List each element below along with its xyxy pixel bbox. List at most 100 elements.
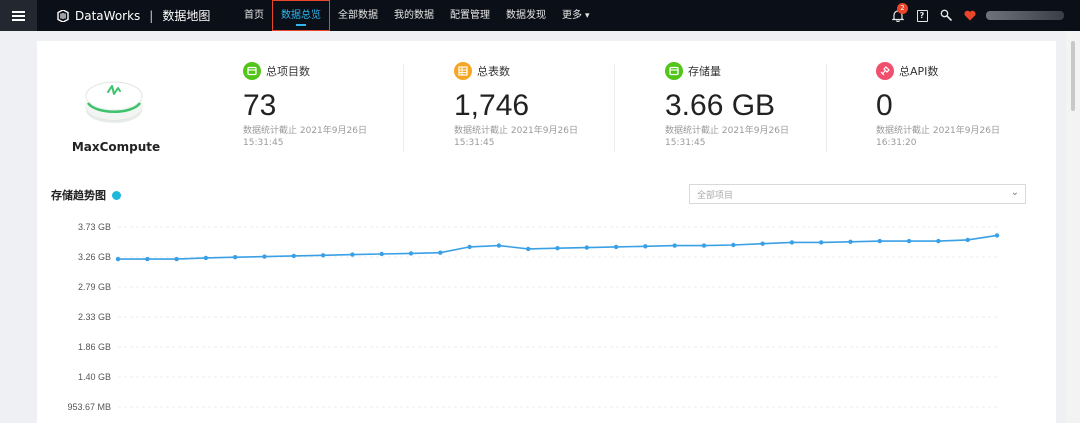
- help-icon[interactable]: ?: [910, 0, 934, 31]
- data-point[interactable]: [203, 255, 209, 261]
- data-point[interactable]: [789, 240, 795, 245]
- stat-label: 总表数: [477, 65, 510, 78]
- stat-note: 数据统计截止 2021年9月26日 15:31:45: [665, 126, 789, 148]
- data-point[interactable]: [438, 250, 443, 255]
- maxcompute-logo-icon: [85, 81, 143, 123]
- stat-value: 0: [876, 89, 893, 122]
- brand-name: DataWorks: [75, 8, 141, 23]
- data-point[interactable]: [467, 244, 472, 250]
- y-tick-label: 2.33 GB: [78, 312, 111, 322]
- data-point[interactable]: [320, 253, 326, 258]
- stat-total-projects: 总项目数 73 数据统计截止 2021年9月26日 15:31:45: [243, 62, 413, 149]
- y-tick-label: 2.79 GB: [78, 282, 111, 292]
- y-tick-label: 1.86 GB: [78, 342, 111, 352]
- data-point[interactable]: [115, 256, 121, 262]
- storage-icon: [665, 62, 683, 80]
- api-icon: [876, 62, 894, 80]
- nav-home[interactable]: 首页: [236, 0, 272, 31]
- data-point[interactable]: [965, 237, 970, 243]
- data-point[interactable]: [877, 238, 882, 244]
- user-account[interactable]: [986, 11, 1064, 20]
- brand[interactable]: DataWorks | 数据地图: [57, 0, 210, 31]
- data-point[interactable]: [291, 253, 296, 259]
- data-point[interactable]: [994, 233, 1000, 238]
- top-navigation-bar: DataWorks | 数据地图 首页 数据总览 全部数据 我的数据 配置管理 …: [0, 0, 1080, 31]
- data-point[interactable]: [350, 252, 355, 257]
- data-point[interactable]: [584, 245, 589, 250]
- data-point[interactable]: [496, 243, 502, 248]
- data-point[interactable]: [408, 251, 414, 256]
- heart-icon[interactable]: [958, 0, 982, 31]
- nav-data-discovery[interactable]: 数据发现: [498, 0, 554, 31]
- help-box: ?: [916, 9, 928, 22]
- stat-value: 3.66 GB: [665, 89, 776, 122]
- chevron-down-icon: ▾: [585, 11, 590, 21]
- y-tick-label: 3.26 GB: [78, 252, 111, 262]
- stat-total-api: 总API数 0 数据统计截止 2021年9月26日 16:31:20: [876, 62, 1046, 149]
- wrench-icon[interactable]: [934, 0, 958, 31]
- data-point[interactable]: [174, 256, 179, 262]
- brand-separator: |: [149, 8, 154, 23]
- nav-more-label: 更多: [562, 10, 582, 21]
- menu-icon[interactable]: [0, 0, 37, 31]
- nav-all-data[interactable]: 全部数据: [330, 0, 386, 31]
- nav-config-management[interactable]: 配置管理: [442, 0, 498, 31]
- topbar-actions: 2 ?: [886, 0, 1080, 31]
- divider: [614, 64, 615, 152]
- storage-trend-chart: 3.73 GB 3.26 GB 2.79 GB 2.33 GB 1.86 GB 1.40 …: [67, 222, 1000, 412]
- dataworks-logo-icon: [57, 9, 69, 22]
- data-point[interactable]: [262, 254, 267, 259]
- bell-icon[interactable]: 2: [886, 0, 910, 31]
- stat-storage: 存储量 3.66 GB 数据统计截止 2021年9月26日 15:31:45: [665, 62, 835, 149]
- stat-note: 数据统计截止 2021年9月26日 16:31:20: [876, 126, 1000, 148]
- y-tick-label: 953.67 MB: [67, 402, 111, 412]
- data-point[interactable]: [760, 241, 765, 246]
- data-point[interactable]: [672, 243, 677, 248]
- data-point[interactable]: [233, 255, 238, 260]
- nav-data-overview[interactable]: 数据总览: [272, 0, 330, 31]
- data-point[interactable]: [145, 256, 150, 262]
- stat-note: 数据统计截止 2021年9月26日 15:31:45: [454, 126, 578, 148]
- stat-label-row: 存储量: [665, 62, 835, 80]
- data-point[interactable]: [848, 239, 853, 244]
- stat-label-row: 总表数: [454, 62, 624, 80]
- nav-my-data[interactable]: 我的数据: [386, 0, 442, 31]
- data-point[interactable]: [819, 240, 824, 245]
- stat-label: 总项目数: [266, 65, 310, 78]
- project-select-value: 全部项目: [697, 191, 734, 201]
- stat-label-row: 总API数: [876, 62, 1046, 80]
- data-point[interactable]: [701, 243, 707, 248]
- divider: [826, 64, 827, 152]
- main-nav: 首页 数据总览 全部数据 我的数据 配置管理 数据发现 更多 ▾: [236, 0, 598, 31]
- data-point[interactable]: [526, 246, 531, 252]
- table-icon: [454, 62, 472, 80]
- data-point[interactable]: [731, 242, 736, 248]
- stat-note: 数据统计截止 2021年9月26日 15:31:45: [243, 126, 367, 148]
- scrollbar-thumb[interactable]: [1071, 41, 1075, 111]
- engine-name: MaxCompute: [71, 140, 161, 154]
- storage-trend-title: 存储趋势图: [51, 187, 121, 203]
- chevron-down-icon: ⌄: [1010, 187, 1019, 198]
- notification-badge: 2: [897, 3, 908, 14]
- nav-more[interactable]: 更多 ▾: [554, 0, 598, 31]
- project-select[interactable]: 全部项目 ⌄: [689, 184, 1026, 204]
- data-point[interactable]: [379, 251, 384, 257]
- stat-value: 73: [243, 89, 277, 122]
- stat-value: 1,746: [454, 89, 530, 122]
- page-scrollbar[interactable]: [1066, 31, 1080, 423]
- divider: [403, 64, 404, 152]
- stat-label-row: 总项目数: [243, 62, 413, 80]
- data-point[interactable]: [555, 246, 560, 251]
- data-point[interactable]: [613, 244, 619, 250]
- project-icon: [243, 62, 261, 80]
- y-tick-label: 3.73 GB: [78, 222, 111, 232]
- stat-label: 总API数: [899, 65, 939, 78]
- data-point[interactable]: [643, 244, 648, 249]
- stat-total-tables: 总表数 1,746 数据统计截止 2021年9月26日 15:31:45: [454, 62, 624, 149]
- data-point[interactable]: [936, 238, 941, 244]
- wrench-shape: [940, 9, 952, 22]
- y-tick-label: 1.40 GB: [78, 372, 111, 382]
- storage-trend-title-text: 存储趋势图: [51, 189, 106, 202]
- data-point[interactable]: [906, 238, 912, 244]
- info-dot-icon[interactable]: [112, 190, 121, 200]
